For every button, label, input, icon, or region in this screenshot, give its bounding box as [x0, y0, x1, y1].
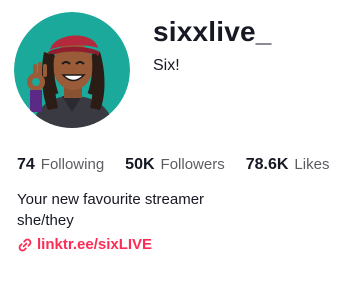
link-icon [17, 237, 33, 253]
stat-followers[interactable]: 50K Followers [125, 156, 225, 174]
profile-username: sixxlive_ [153, 16, 272, 47]
profile-avatar[interactable] [14, 12, 130, 128]
profile-bio: Your new favourite streamer she/they [17, 189, 204, 231]
stat-followers-label: Followers [160, 156, 225, 173]
stat-likes: 78.6K Likes [246, 156, 330, 174]
profile-link-text: linktr.ee/sixLIVE [37, 236, 153, 253]
profile-stats: 74 Following 50K Followers 78.6K Likes [17, 156, 329, 174]
stat-likes-count: 78.6K [245, 156, 289, 173]
stat-likes-label: Likes [294, 156, 330, 173]
stat-following-label: Following [40, 156, 105, 173]
profile-link[interactable]: linktr.ee/sixLIVE [17, 236, 152, 253]
bio-line: Your new favourite streamer [17, 191, 205, 208]
stat-followers-count: 50K [125, 156, 155, 173]
profile-nickname: Six! [153, 57, 180, 74]
bio-line: she/they [17, 212, 74, 229]
stat-following[interactable]: 74 Following [17, 156, 104, 174]
avatar-illustration [14, 12, 130, 128]
stat-following-count: 74 [17, 156, 35, 173]
